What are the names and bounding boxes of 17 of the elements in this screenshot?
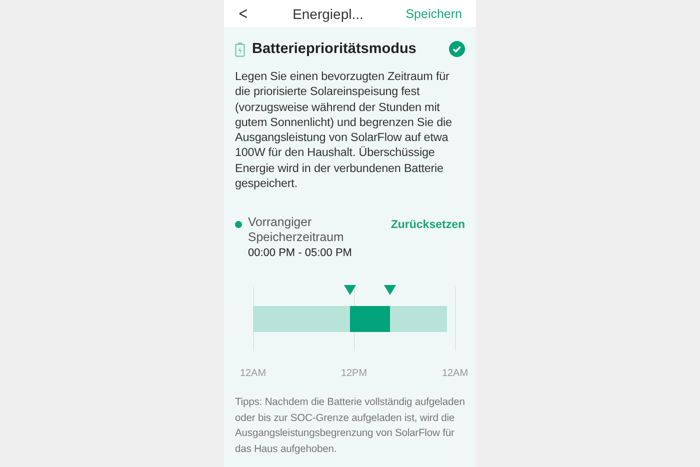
handle-icon[interactable] [344,285,356,296]
mode-title: Batterieprioritätsmodus [252,41,418,57]
axis-label: 12AM [240,368,266,380]
checkmark-icon[interactable] [449,41,465,57]
save-button[interactable]: Speichern [406,6,462,20]
period-label: Vorrangiger Speicherzeitraum [248,215,345,246]
tips-text: Tipps: Nachdem die Batterie vollständig aufgeladen oder bis zur SOC-Grenze aufgeladen ist, wird die Ausgangsleistungsbegrenzung von SolarFlow für das Haus aufgehoben. [235,396,465,457]
axis-label: 12AM [442,368,468,380]
battery-icon [235,42,245,56]
period-time: 00:00 PM - 05:00 PM [248,247,353,260]
reset-button[interactable]: Zurücksetzen [390,219,465,232]
selected-range [350,306,390,332]
handle-icon[interactable] [384,285,396,296]
axis-label: 12PM [340,368,368,380]
page-title: Energiepl... [292,6,364,22]
description-text: Legen Sie einen bevorzugten Zeitraum für die priorisierte Solareinspeisung fest (vorzugsweise während der Stunden mit gutem Sonnenlicht) und begrenzen Sie die Ausgangsleistung von SolarFlow auf etwa 100W für den Haushalt. Überschüssige Energie wird in der verbundenen Batterie gespeichert. [235,69,453,192]
back-button[interactable]: < [238,4,248,24]
